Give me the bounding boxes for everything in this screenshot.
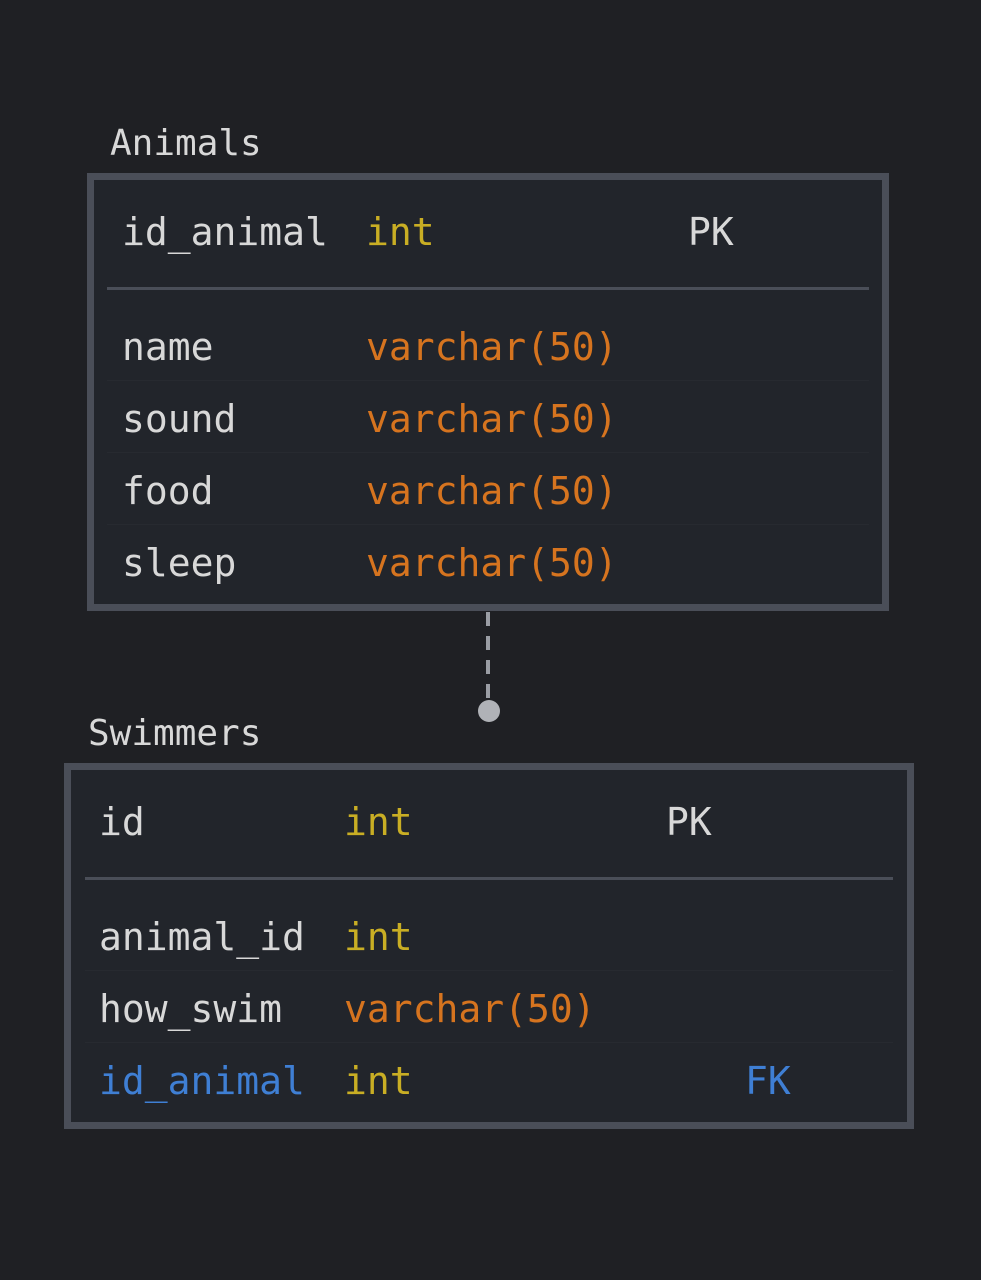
header-divider — [85, 877, 893, 880]
pk-field-name: id — [99, 800, 145, 844]
row-divider — [85, 970, 893, 971]
relationship-endpoint — [478, 700, 500, 722]
table-swimmers[interactable]: id int PK animal_id int how_swim varchar… — [64, 763, 914, 1129]
field-name: how_swim — [99, 987, 283, 1031]
field-name: animal_id — [99, 915, 305, 959]
pk-badge: PK — [666, 800, 712, 844]
field-type: int — [344, 915, 413, 959]
pk-field-type: int — [344, 800, 413, 844]
field-type: varchar(50) — [344, 987, 596, 1031]
fk-badge: FK — [745, 1059, 791, 1103]
fk-field-name: id_animal — [99, 1059, 305, 1103]
table-title-swimmers: Swimmers — [88, 713, 262, 754]
row-divider — [85, 1042, 893, 1043]
field-type: int — [344, 1059, 413, 1103]
